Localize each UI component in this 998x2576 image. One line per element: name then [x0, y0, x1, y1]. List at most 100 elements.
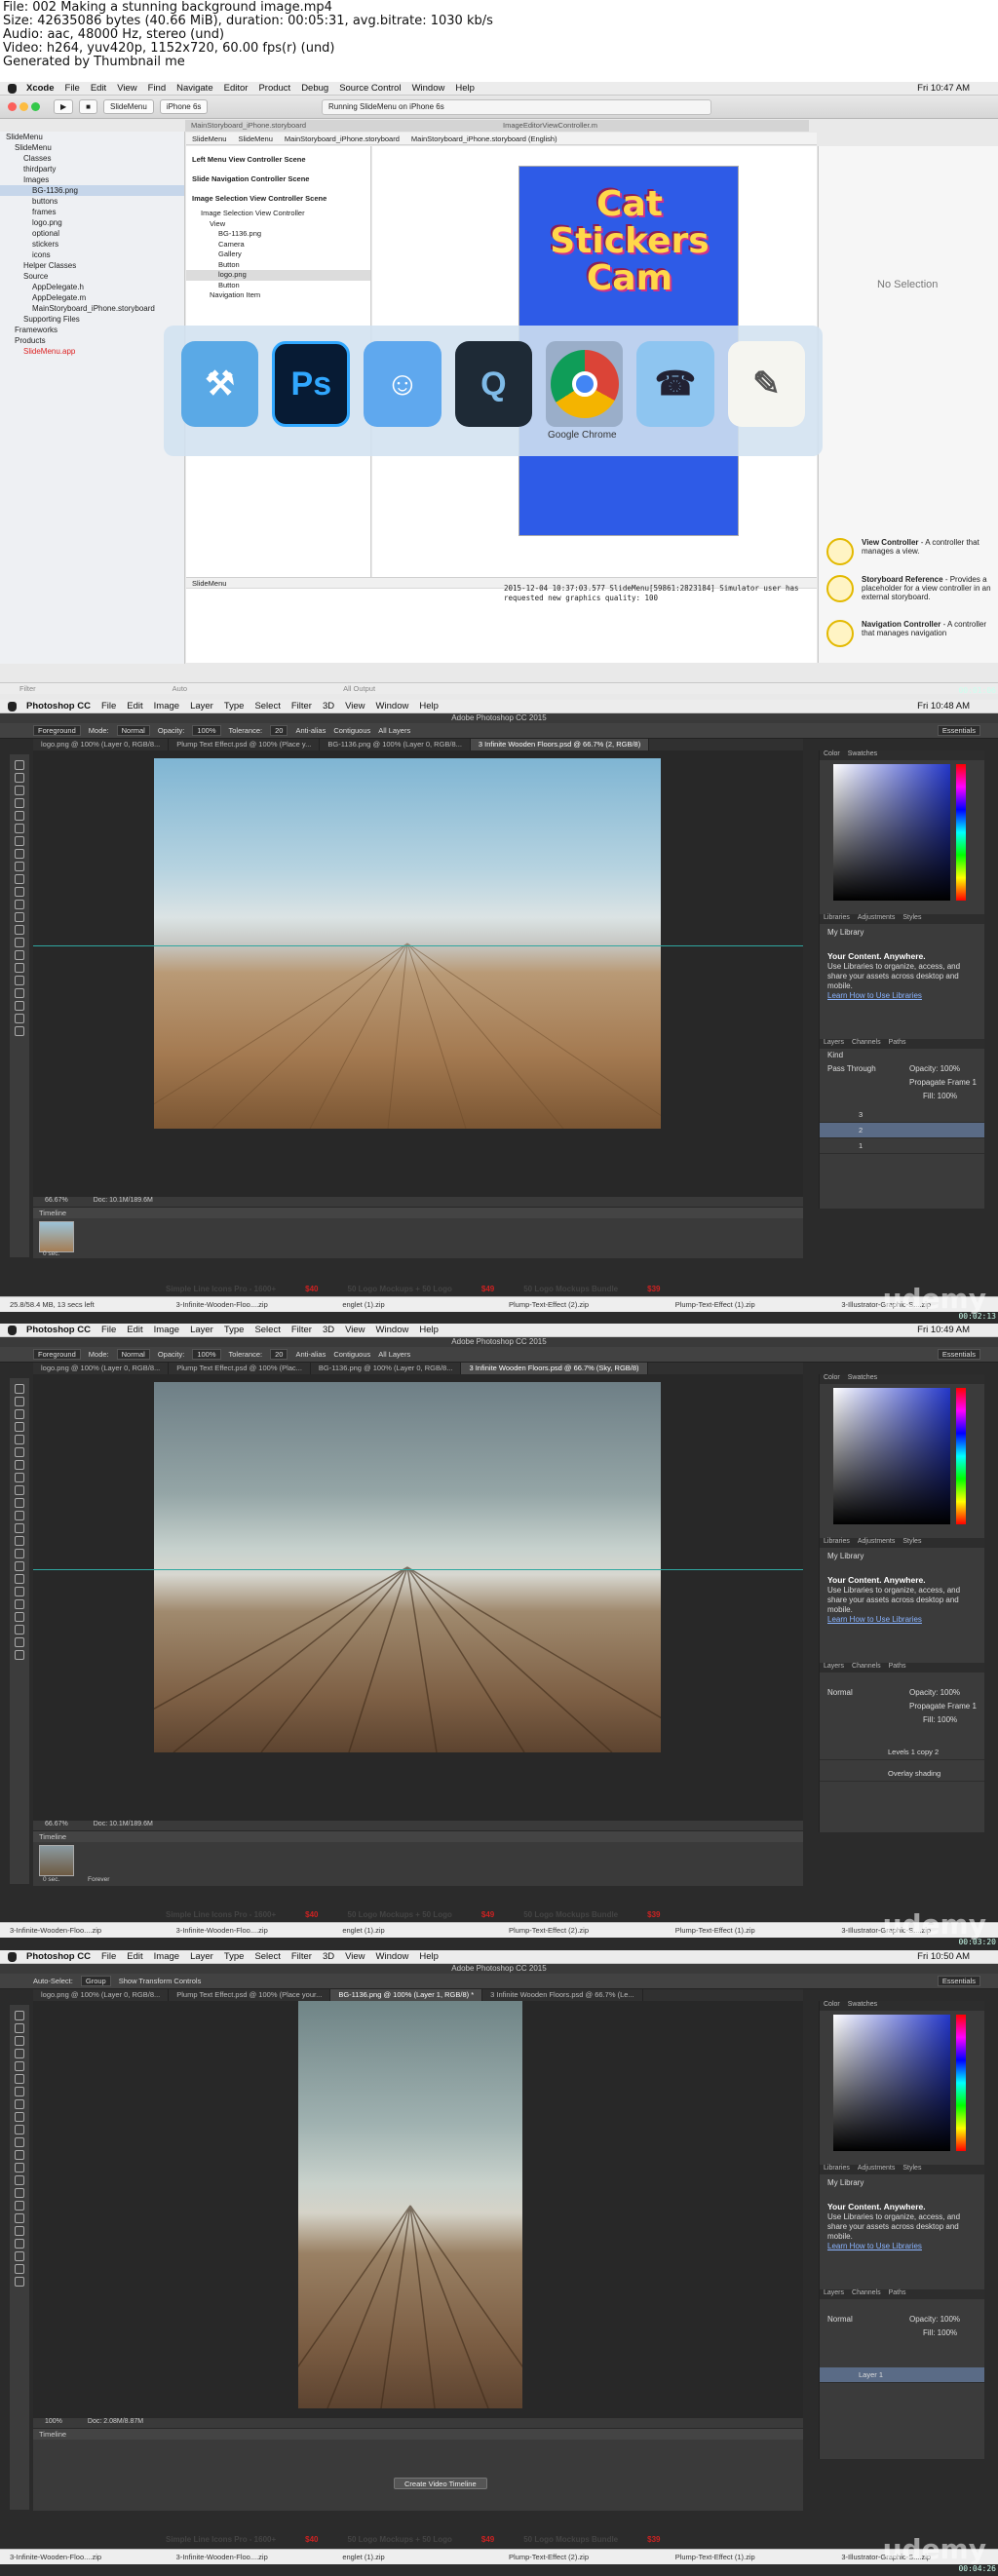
- loop-select[interactable]: Forever: [88, 1876, 109, 1883]
- color-picker-field[interactable]: [833, 2015, 950, 2151]
- breadcrumb-item[interactable]: SlideMenu: [238, 135, 272, 143]
- library-item[interactable]: View Controller - A controller that mana…: [819, 534, 998, 565]
- tool-icon[interactable]: [15, 2188, 24, 2198]
- download-item[interactable]: 3-Infinite-Wooden-Floo....zip: [167, 2553, 333, 2561]
- stop-button[interactable]: ■: [79, 99, 97, 114]
- zoom-level[interactable]: 66.67%: [45, 1821, 68, 1830]
- tab-color[interactable]: Color: [824, 1374, 840, 1384]
- tab-storyboard[interactable]: MainStoryboard_iPhone.storyboard: [185, 120, 497, 132]
- navigator-item[interactable]: buttons: [0, 196, 184, 207]
- menu-help[interactable]: Help: [419, 701, 439, 711]
- outline-item[interactable]: logo.png: [186, 270, 370, 281]
- download-item[interactable]: Plump-Text-Effect (1).zip: [666, 1300, 832, 1309]
- doc-tab[interactable]: BG-1136.png @ 100% (Layer 0, RGB/8...: [311, 1363, 462, 1374]
- navigator-item[interactable]: Images: [0, 174, 184, 185]
- tool-icon[interactable]: [15, 963, 24, 973]
- ad-item[interactable]: 50 Logo Mockups Bundle: [523, 1910, 618, 1920]
- menu-photoshop[interactable]: Photoshop CC: [26, 701, 91, 711]
- auto-select-target[interactable]: Group: [80, 1976, 111, 1986]
- download-item[interactable]: Plump-Text-Effect (2).zip: [499, 2553, 666, 2561]
- tool-icon[interactable]: [15, 950, 24, 960]
- ad-item[interactable]: Simple Line Icons Pro - 1600+: [166, 1285, 276, 1294]
- tool-icon[interactable]: [15, 976, 24, 985]
- ad-item[interactable]: 50 Logo Mockups Bundle: [523, 2535, 618, 2545]
- tool-icon[interactable]: [15, 849, 24, 859]
- menu-window[interactable]: Window: [376, 1325, 409, 1335]
- tolerance-field[interactable]: 20: [270, 1349, 288, 1360]
- create-video-timeline-button[interactable]: Create Video Timeline: [394, 2478, 487, 2489]
- menu-file[interactable]: File: [65, 83, 80, 94]
- background-image[interactable]: [298, 2001, 522, 2408]
- tool-icon[interactable]: [15, 836, 24, 846]
- menu-editor[interactable]: Editor: [224, 83, 249, 94]
- textedit-app-icon[interactable]: ✎: [727, 341, 805, 427]
- tool-icon[interactable]: [15, 925, 24, 935]
- wooden-floor-image[interactable]: [154, 1382, 661, 1752]
- hue-slider[interactable]: [956, 1388, 966, 1524]
- menu-window[interactable]: Window: [376, 701, 409, 711]
- download-item[interactable]: englet (1).zip: [332, 1926, 499, 1935]
- menu-layer[interactable]: Layer: [190, 1325, 213, 1335]
- navigator-item[interactable]: thirdparty: [0, 164, 184, 174]
- tool-icon[interactable]: [15, 786, 24, 795]
- apple-icon[interactable]: [8, 1951, 17, 1962]
- menu-help[interactable]: Help: [419, 1951, 439, 1962]
- tool-icon[interactable]: [15, 1637, 24, 1647]
- menu-filter[interactable]: Filter: [291, 1325, 312, 1335]
- menu-view[interactable]: View: [117, 83, 136, 94]
- download-item[interactable]: englet (1).zip: [332, 1300, 499, 1309]
- menu-3d[interactable]: 3D: [323, 1325, 334, 1335]
- scheme-selector[interactable]: SlideMenu: [103, 99, 154, 114]
- navigator-item[interactable]: Helper Classes: [0, 260, 184, 271]
- menu-view[interactable]: View: [345, 1325, 365, 1335]
- opacity-field[interactable]: 100%: [192, 1349, 221, 1360]
- tab-libraries[interactable]: Libraries: [824, 2165, 850, 2174]
- tool-icon[interactable]: [15, 2061, 24, 2071]
- navigator-item[interactable]: SlideMenu: [0, 142, 184, 153]
- outline-item[interactable]: Navigation Item: [186, 290, 370, 301]
- layer-opacity[interactable]: Opacity: 100%: [909, 2315, 978, 2325]
- navigator-item[interactable]: Products: [0, 335, 184, 346]
- ad-item[interactable]: 50 Logo Mockups + 50 Logo: [348, 1285, 452, 1294]
- tab-paths[interactable]: Paths: [889, 1663, 906, 1672]
- tool-icon[interactable]: [15, 1561, 24, 1571]
- all-layers-checkbox[interactable]: All Layers: [378, 726, 410, 735]
- tool-icon[interactable]: [15, 2137, 24, 2147]
- layer-row[interactable]: Overlay shading: [820, 1766, 984, 1782]
- fill-source-select[interactable]: Foreground: [33, 725, 81, 736]
- mode-select[interactable]: Normal: [116, 725, 150, 736]
- menu-view[interactable]: View: [345, 701, 365, 711]
- ad-item[interactable]: 50 Logo Mockups + 50 Logo: [348, 1910, 452, 1920]
- apple-icon[interactable]: [8, 701, 17, 711]
- tool-icon[interactable]: [15, 874, 24, 884]
- ad-item[interactable]: Simple Line Icons Pro - 1600+: [166, 1910, 276, 1920]
- tool-icon[interactable]: [15, 1001, 24, 1011]
- outline-item[interactable]: Camera: [186, 240, 370, 250]
- outline-item[interactable]: BG-1136.png: [186, 229, 370, 240]
- minimize-icon[interactable]: [19, 102, 28, 111]
- menu-file[interactable]: File: [101, 701, 116, 711]
- doc-tab[interactable]: 3 Infinite Wooden Floors.psd @ 66.7% (Le…: [482, 1989, 643, 2001]
- tool-icon[interactable]: [15, 1384, 24, 1394]
- tool-icon[interactable]: [15, 824, 24, 833]
- menu-file[interactable]: File: [101, 1951, 116, 1962]
- tool-icon[interactable]: [15, 2049, 24, 2058]
- opacity-field[interactable]: 100%: [192, 725, 221, 736]
- navigator-item[interactable]: AppDelegate.h: [0, 282, 184, 292]
- tool-icon[interactable]: [15, 2277, 24, 2287]
- menu-file[interactable]: File: [101, 1325, 116, 1335]
- menu-image[interactable]: Image: [154, 1325, 179, 1335]
- tool-icon[interactable]: [15, 1536, 24, 1546]
- navigator-item[interactable]: stickers: [0, 239, 184, 250]
- simulator-app-icon[interactable]: ☎: [636, 341, 714, 427]
- navigator-item[interactable]: SlideMenu: [0, 132, 184, 142]
- outline-item[interactable]: Button: [186, 260, 370, 271]
- layer-row[interactable]: 1: [820, 1138, 984, 1154]
- menu-view[interactable]: View: [345, 1951, 365, 1962]
- fill-source-select[interactable]: Foreground: [33, 1349, 81, 1360]
- tool-icon[interactable]: [15, 1473, 24, 1482]
- tool-icon[interactable]: [15, 1435, 24, 1444]
- menu-image[interactable]: Image: [154, 701, 179, 711]
- workspace-select[interactable]: Essentials: [937, 1976, 980, 1986]
- tool-icon[interactable]: [15, 900, 24, 909]
